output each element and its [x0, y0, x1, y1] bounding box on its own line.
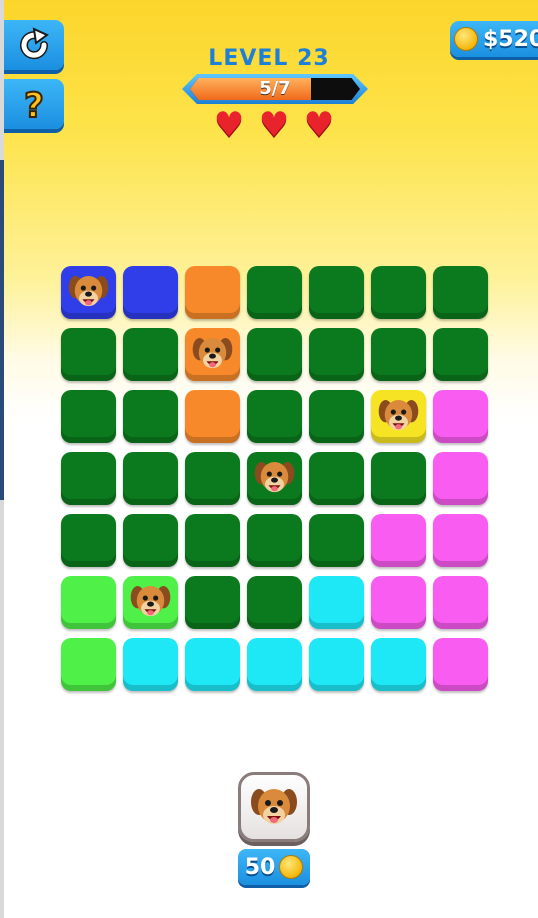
tile-darkgreen[interactable] [371, 328, 426, 381]
dog-face-icon [251, 789, 297, 824]
tile-cyan[interactable] [309, 576, 364, 629]
tile-darkgreen[interactable] [433, 328, 488, 381]
tile-darkgreen[interactable] [61, 328, 116, 381]
dog-face-icon [192, 338, 233, 369]
tile-darkgreen[interactable] [247, 328, 302, 381]
dog-face-icon [378, 400, 419, 431]
tile-darkgreen[interactable] [123, 452, 178, 505]
tile-cyan[interactable] [371, 638, 426, 691]
tile-darkgreen[interactable] [309, 452, 364, 505]
tile-darkgreen[interactable] [123, 328, 178, 381]
tile-cyan[interactable] [185, 638, 240, 691]
tile-orange[interactable] [185, 266, 240, 319]
tile-darkgreen[interactable] [433, 266, 488, 319]
tile-pink[interactable] [433, 514, 488, 567]
tile-pink[interactable] [433, 390, 488, 443]
tile-darkgreen[interactable] [185, 576, 240, 629]
tile-darkgreen-with-dog[interactable] [247, 452, 302, 505]
tile-darkgreen[interactable] [309, 390, 364, 443]
tile-darkgreen[interactable] [247, 514, 302, 567]
tile-darkgreen[interactable] [61, 514, 116, 567]
tile-darkgreen[interactable] [247, 390, 302, 443]
tile-cyan[interactable] [123, 638, 178, 691]
tile-pink[interactable] [371, 576, 426, 629]
tile-blue-with-dog[interactable] [61, 266, 116, 319]
tile-orange[interactable] [185, 390, 240, 443]
tile-cyan[interactable] [309, 638, 364, 691]
tile-darkgreen[interactable] [247, 576, 302, 629]
pet-powerup-button[interactable] [238, 772, 310, 842]
tile-darkgreen[interactable] [371, 452, 426, 505]
tile-darkgreen[interactable] [247, 266, 302, 319]
tile-lime[interactable] [61, 576, 116, 629]
tile-darkgreen[interactable] [123, 514, 178, 567]
tile-orange-with-dog[interactable] [185, 328, 240, 381]
tile-pink[interactable] [371, 514, 426, 567]
tile-darkgreen[interactable] [185, 514, 240, 567]
tile-darkgreen[interactable] [123, 390, 178, 443]
tile-blue[interactable] [123, 266, 178, 319]
dog-face-icon [68, 276, 109, 307]
tile-lime-with-dog[interactable] [123, 576, 178, 629]
tile-yellow-with-dog[interactable] [371, 390, 426, 443]
tile-lime[interactable] [61, 638, 116, 691]
tile-darkgreen[interactable] [185, 452, 240, 505]
dog-face-icon [254, 462, 295, 493]
tile-cyan[interactable] [247, 638, 302, 691]
tile-darkgreen[interactable] [61, 452, 116, 505]
tile-darkgreen[interactable] [309, 328, 364, 381]
tile-darkgreen[interactable] [61, 390, 116, 443]
tile-darkgreen[interactable] [309, 266, 364, 319]
coin-icon [279, 855, 304, 879]
dog-face-icon [130, 586, 171, 617]
tile-darkgreen[interactable] [309, 514, 364, 567]
tile-pink[interactable] [433, 638, 488, 691]
tile-darkgreen[interactable] [371, 266, 426, 319]
tile-pink[interactable] [433, 576, 488, 629]
tile-pink[interactable] [433, 452, 488, 505]
pet-powerup-cost-text: 50 [244, 854, 276, 880]
pet-powerup-cost: 50 [238, 849, 310, 885]
